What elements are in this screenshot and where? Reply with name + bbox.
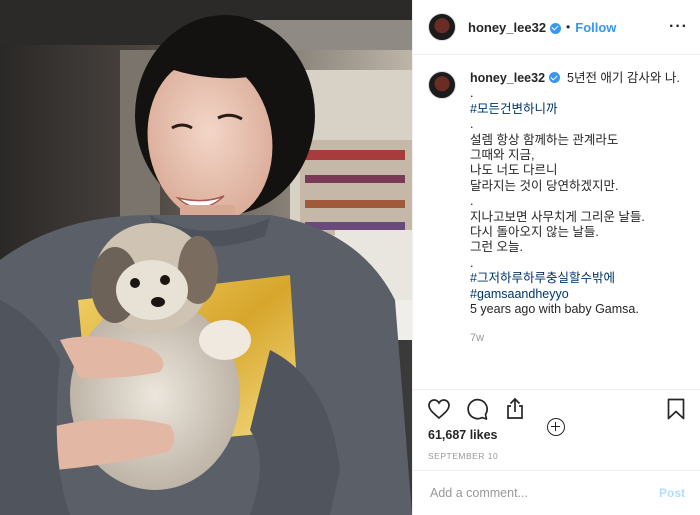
caption-line: 설렘 항상 함께하는 관계라도 [470, 132, 619, 147]
post-photo[interactable] [0, 0, 412, 515]
verified-badge-icon [550, 22, 562, 34]
caption-line: . [470, 255, 474, 270]
caption-line: 그때와 지금, [470, 148, 535, 163]
caption-username-link[interactable]: honey_lee32 [470, 71, 545, 85]
caption-line: 달라지는 것이 당연하겠지만. [470, 178, 619, 193]
username-link[interactable]: honey_lee32 [468, 20, 546, 35]
action-bar [427, 396, 688, 422]
hashtag-link[interactable]: #모든건변하니까 [470, 102, 680, 117]
caption-timestamp[interactable]: 7w [470, 331, 680, 346]
verified-badge-icon [549, 72, 561, 83]
caption-line: 5 years ago with baby Gamsa. [470, 302, 639, 317]
comment-input[interactable] [428, 485, 659, 501]
heart-icon[interactable] [427, 397, 451, 421]
caption-line: 다시 돌아오지 않는 날들. [470, 225, 599, 240]
likes-count[interactable]: 61,687 likes [428, 428, 498, 442]
caption-body: honey_lee32 5년전 애기 감사와 나. . #모든건변하니까 . 설… [470, 71, 680, 346]
caption-first-line: honey_lee32 5년전 애기 감사와 나. [470, 71, 680, 86]
hashtag-link[interactable]: #gamsaandheyyo [470, 287, 680, 302]
follow-button[interactable]: Follow [575, 20, 616, 35]
caption-line: . [470, 117, 474, 132]
caption-text: 5년전 애기 감사와 나. [567, 71, 680, 85]
share-icon[interactable] [503, 397, 527, 421]
comment-bar: Post [413, 470, 700, 515]
bookmark-icon[interactable] [664, 397, 688, 421]
post-header: honey_lee32 • Follow ··· [413, 0, 700, 55]
caption-line: . [470, 194, 474, 209]
hashtag-link[interactable]: #그저하루하루충실할수밖에 [470, 271, 680, 286]
caption-line: 그런 오늘. [470, 240, 523, 255]
post-side-panel: honey_lee32 • Follow ··· honey_lee32 5년전… [412, 0, 700, 515]
photo-woman-with-puppy [0, 0, 412, 515]
caption-avatar[interactable] [428, 71, 456, 99]
separator-dot: • [566, 20, 571, 34]
caption-line: 지나고보면 사무치게 그리운 날들. [470, 209, 645, 224]
comment-icon[interactable] [465, 397, 489, 421]
more-options-icon[interactable]: ··· [669, 18, 688, 36]
avatar[interactable] [428, 13, 456, 41]
caption-area: honey_lee32 5년전 애기 감사와 나. . #모든건변하니까 . 설… [413, 55, 700, 436]
caption-line: 나도 너도 다르니 [470, 163, 558, 178]
post-date[interactable]: SEPTEMBER 10 [428, 451, 498, 461]
post-comment-button[interactable]: Post [659, 486, 685, 500]
caption-line: . [470, 86, 474, 101]
